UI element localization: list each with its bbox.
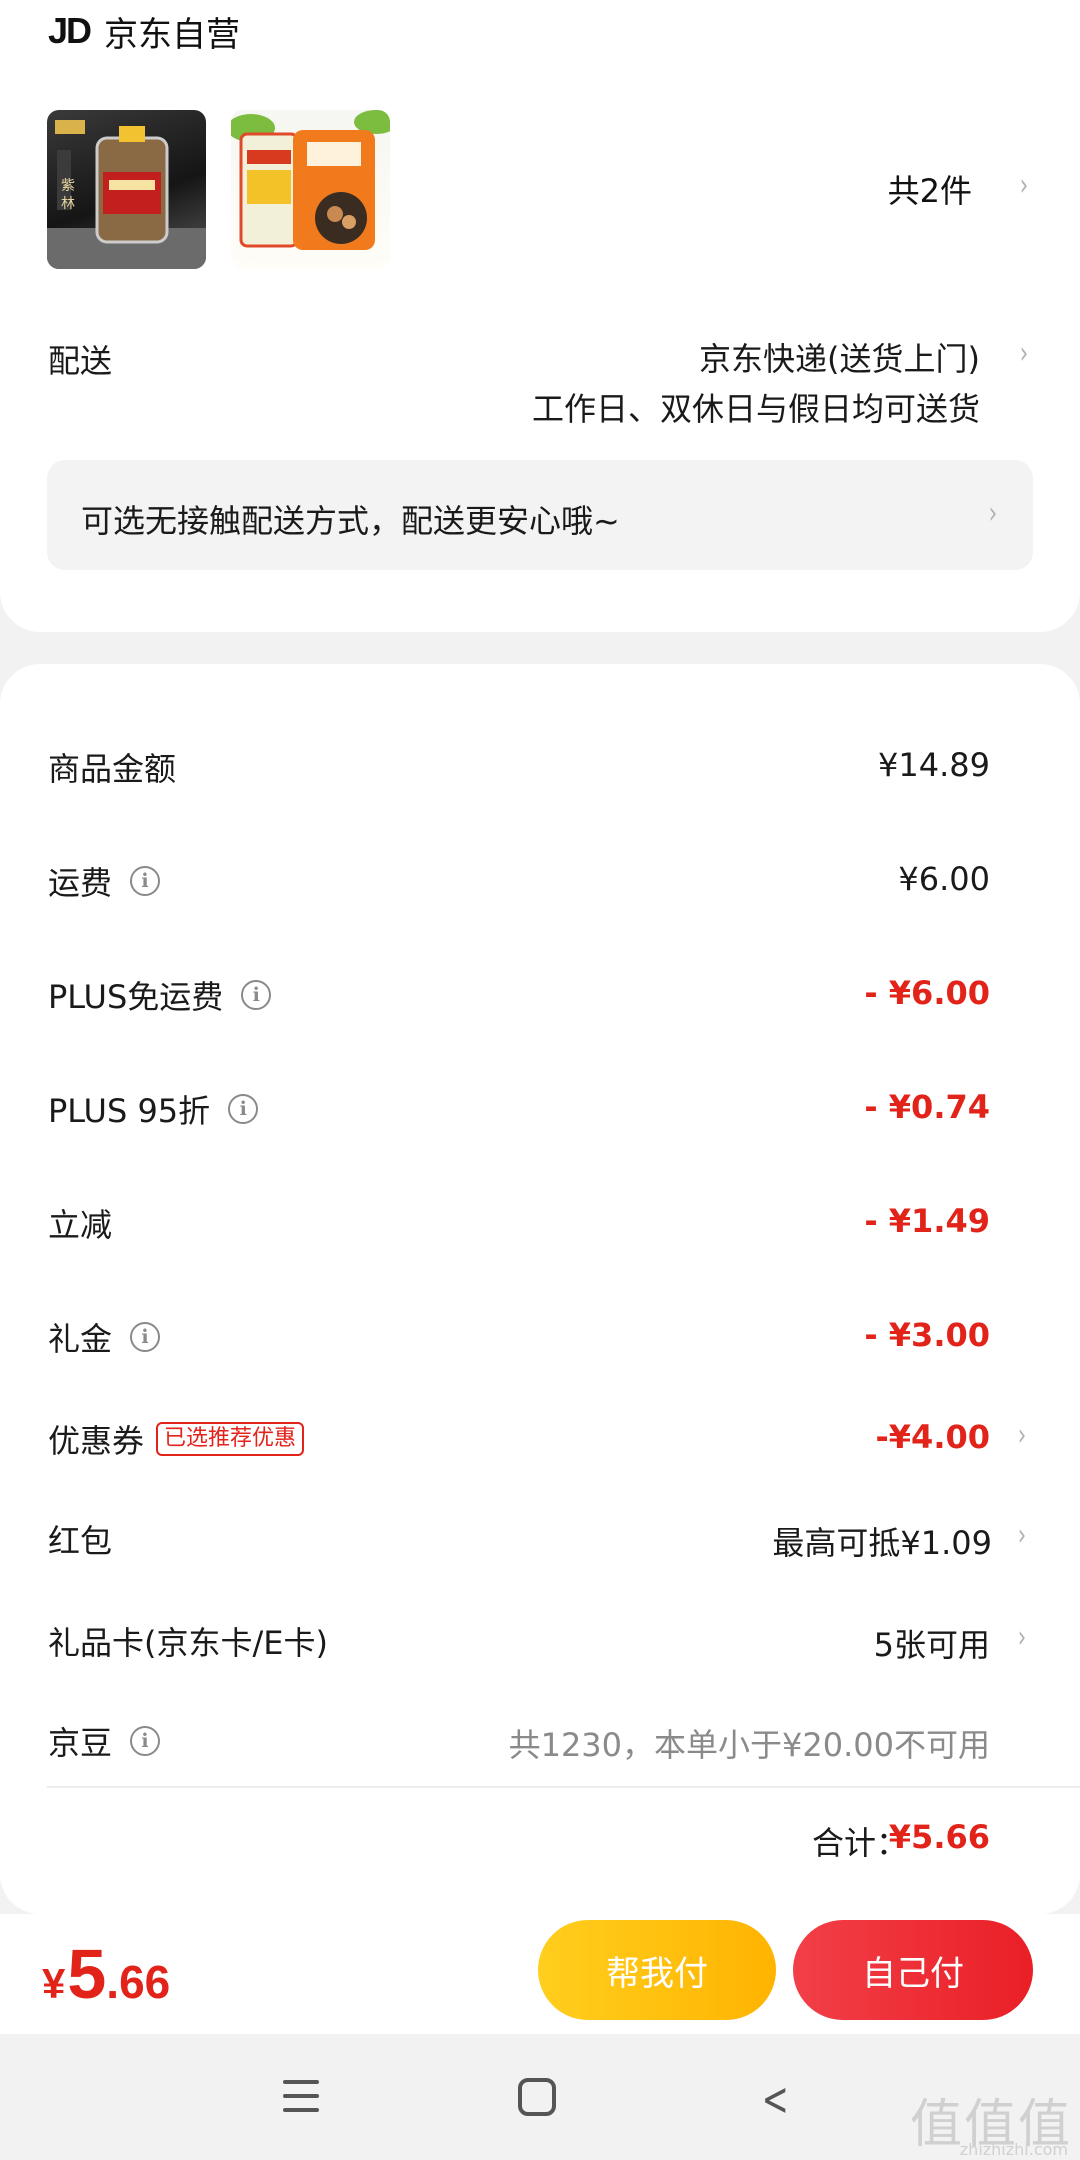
red-packet-chevron-icon[interactable]: › <box>1018 1518 1026 1553</box>
jd-beans-label: 京豆 <box>48 1724 113 1762</box>
row-label: 红包 <box>48 1516 112 1562</box>
gift-money-value: - ¥3.00 <box>864 1316 990 1354</box>
row-label: 优惠券 已选推荐优惠 <box>48 1416 305 1462</box>
info-icon[interactable]: i <box>130 866 161 896</box>
row-label: 运费 i <box>48 858 161 904</box>
row-label: 礼金 i <box>48 1314 161 1360</box>
payment-bar: ¥ 5 .66 帮我付 自己付 <box>0 1914 1080 2034</box>
plus-free-shipping-value: - ¥6.00 <box>864 974 990 1012</box>
product-thumbnail-vinegar[interactable]: 紫 林 <box>47 110 206 269</box>
store-header: JD 京东自营 <box>48 8 241 55</box>
pay-integer: 5 <box>67 1935 107 2013</box>
items-chevron-icon[interactable]: › <box>1020 168 1028 203</box>
contactless-delivery-option[interactable]: 可选无接触配送方式，配送更安心哦~ › <box>47 460 1033 570</box>
row-coupon[interactable]: 优惠券 已选推荐优惠 -¥4.00 › <box>0 1406 1080 1466</box>
shipping-fee-value: ¥6.00 <box>898 860 990 898</box>
row-goods-amount: 商品金额 ¥14.89 <box>0 734 1080 794</box>
pay-decimal: .66 <box>106 1956 171 2008</box>
shipping-label: 配送 <box>48 342 113 380</box>
shipping-schedule: 工作日、双休日与假日均可送货 <box>531 390 980 428</box>
coupon-label: 优惠券 <box>48 1422 145 1460</box>
red-packet-label: 红包 <box>48 1522 113 1560</box>
shipping-method[interactable]: 京东快递(送货上门) <box>699 334 980 380</box>
goods-amount-value: ¥14.89 <box>878 746 990 784</box>
coupon-chevron-icon[interactable]: › <box>1018 1418 1026 1453</box>
info-icon[interactable]: i <box>130 1322 161 1352</box>
jd-beans-value: 共1230，本单小于¥20.00不可用 <box>508 1726 990 1764</box>
back-icon[interactable]: < <box>762 2072 789 2126</box>
contactless-text: 可选无接触配送方式，配送更安心哦~ <box>81 502 620 540</box>
row-gift-card[interactable]: 礼品卡(京东卡/E卡) 5张可用 › <box>0 1608 1080 1668</box>
instant-discount-label: 立减 <box>48 1206 113 1244</box>
pay-currency: ¥ <box>42 1960 66 2007</box>
recent-apps-icon[interactable] <box>283 2080 319 2112</box>
plus-discount-value: - ¥0.74 <box>864 1088 990 1126</box>
plus-free-shipping-label: PLUS免运费 <box>48 978 224 1016</box>
row-gift-money: 礼金 i - ¥3.00 <box>0 1304 1080 1364</box>
row-label: 立减 <box>48 1200 112 1246</box>
row-label: PLUS 95折 i <box>48 1086 259 1132</box>
coupon-recommended-badge: 已选推荐优惠 <box>156 1422 305 1456</box>
total-value: ¥5.66 <box>888 1818 990 1856</box>
store-name: 京东自营 <box>104 14 241 55</box>
row-plus-discount: PLUS 95折 i - ¥0.74 <box>0 1076 1080 1136</box>
red-packet-value: 最高可抵¥1.09 <box>772 1524 992 1562</box>
help-me-pay-button[interactable]: 帮我付 <box>538 1920 776 2020</box>
row-plus-free-shipping: PLUS免运费 i - ¥6.00 <box>0 962 1080 1022</box>
row-label: 京豆 i <box>48 1718 161 1764</box>
shipping-fee-label: 运费 <box>48 864 113 902</box>
gift-card-value: 5张可用 <box>873 1626 990 1664</box>
row-instant-discount: 立减 - ¥1.49 <box>0 1190 1080 1250</box>
shipping-chevron-icon[interactable]: › <box>1020 336 1028 371</box>
row-label: 商品金额 <box>48 744 176 790</box>
gift-card-label: 礼品卡(京东卡/E卡) <box>48 1624 328 1662</box>
goods-amount-label: 商品金额 <box>48 750 177 788</box>
gift-money-label: 礼金 <box>48 1320 113 1358</box>
home-icon[interactable] <box>518 2078 556 2116</box>
info-icon[interactable]: i <box>130 1726 161 1756</box>
pay-myself-button[interactable]: 自己付 <box>793 1920 1033 2020</box>
row-label: 礼品卡(京东卡/E卡) <box>48 1618 328 1664</box>
info-icon[interactable]: i <box>228 1094 259 1124</box>
row-red-packet[interactable]: 红包 最高可抵¥1.09 › <box>0 1506 1080 1566</box>
watermark-site: zhizhizhi.com <box>959 2140 1068 2159</box>
instant-discount-value: - ¥1.49 <box>864 1202 990 1240</box>
pay-amount: ¥ 5 .66 <box>42 1934 170 2014</box>
svg-text:紫: 紫 <box>61 178 75 194</box>
svg-text:林: 林 <box>61 196 75 212</box>
product-thumbnail-seasoning[interactable] <box>231 110 390 269</box>
row-shipping-fee: 运费 i ¥6.00 <box>0 848 1080 908</box>
plus-discount-label: PLUS 95折 <box>48 1092 211 1130</box>
row-label: PLUS免运费 i <box>48 972 272 1018</box>
order-store-card: JD 京东自营 紫 林 共2件 › 配送 京东快递(送货上门) › 工作日、双休… <box>0 0 1080 632</box>
jd-logo: JD <box>48 10 92 51</box>
contactless-chevron-icon: › <box>988 496 998 531</box>
divider <box>47 1786 1080 1788</box>
coupon-value: -¥4.00 <box>875 1418 991 1456</box>
items-count[interactable]: 共2件 <box>888 166 972 212</box>
info-icon[interactable]: i <box>241 980 272 1010</box>
gift-card-chevron-icon[interactable]: › <box>1018 1620 1026 1655</box>
row-jd-beans: 京豆 i 共1230，本单小于¥20.00不可用 <box>0 1708 1080 1768</box>
